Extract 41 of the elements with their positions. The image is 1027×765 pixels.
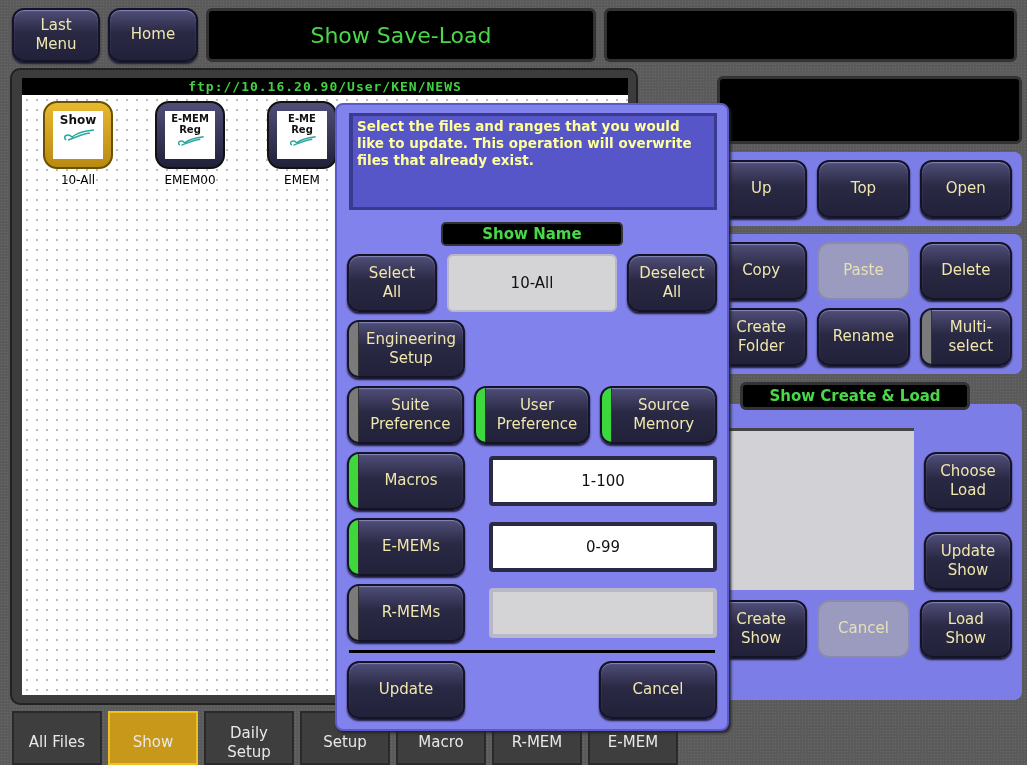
toggle-button[interactable]: Macros [347, 452, 465, 511]
file-tile[interactable]: E-MEM Reg [155, 101, 225, 169]
nav-button[interactable]: Open [919, 160, 1012, 218]
screen-title: Show Save-Load [206, 8, 596, 62]
action-button[interactable]: Load Show [919, 600, 1012, 658]
nav-button[interactable]: Last Menu [12, 8, 100, 62]
action-button[interactable]: Update Show [924, 532, 1012, 590]
toggle-button[interactable]: Engineering Setup [347, 320, 465, 379]
action-button[interactable]: Rename [817, 308, 910, 366]
dialog-message: Select the files and ranges that you would like to update. This operation will overwrite files that already exist. [349, 113, 717, 211]
action-button[interactable]: Choose Load [924, 452, 1012, 510]
path-bar: ftp://10.16.20.90/User/KEN/NEWS [22, 78, 628, 95]
icon-label: E-ME [288, 114, 316, 125]
select-all-button[interactable]: Select All [347, 254, 437, 313]
nav-button[interactable]: Top [817, 160, 910, 218]
file-tile[interactable]: E-ME Reg [267, 101, 337, 169]
dialog-button[interactable]: Update [347, 661, 465, 719]
bottom-tab[interactable]: All Files [12, 711, 102, 765]
toggle-button[interactable]: Source Memory [600, 386, 717, 445]
toggle-button[interactable]: E-MEMs [347, 518, 465, 577]
show-name-field[interactable]: 10-All [447, 254, 617, 313]
section-title: Show Create & Load [740, 382, 970, 410]
toggle-button[interactable]: Suite Preference [347, 386, 464, 445]
icon-label: Reg [291, 124, 313, 135]
file-name: 10-All [60, 173, 96, 187]
file-name: EMEM00 [164, 173, 216, 187]
field-label: Show Name [441, 222, 623, 247]
deselect-all-button[interactable]: Deselect All [627, 254, 717, 313]
icon-label: Reg [179, 124, 201, 135]
toggle-button[interactable]: Multi- select [919, 308, 1012, 366]
range-field[interactable]: 0-99 [489, 522, 717, 573]
bottom-tab[interactable]: Daily Setup [204, 711, 294, 765]
icon-label: Show [59, 114, 97, 127]
range-field[interactable]: 1-100 [489, 456, 717, 507]
nav-button[interactable]: Home [108, 8, 198, 62]
file-tile[interactable]: Show [43, 101, 113, 169]
action-button[interactable]: Delete [919, 242, 1012, 300]
icon-label: E-MEM [171, 114, 209, 125]
dialog-button[interactable]: Cancel [599, 661, 717, 719]
file-name: EMEM [284, 173, 320, 187]
toggle-button[interactable]: User Preference [473, 386, 591, 445]
